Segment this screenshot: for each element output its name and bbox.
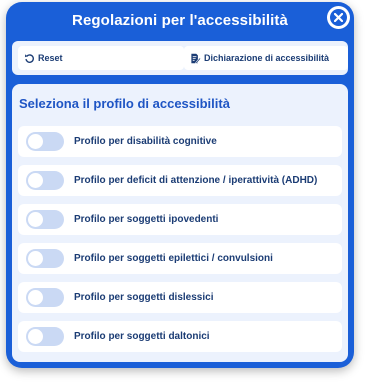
profile-heading: Seleziona il profilo di accessibilità xyxy=(19,96,230,111)
profile-label: Profilo per soggetti daltonici xyxy=(74,331,210,342)
profile-row-epilepsy[interactable]: Profilo per soggetti epilettici / convul… xyxy=(18,243,342,274)
profile-row-dyslexia[interactable]: Profilo per soggetti dislessici xyxy=(18,282,342,313)
toolbar: Reset Dichiarazione di accessibilità xyxy=(12,41,348,75)
accessibility-statement-button[interactable]: Dichiarazione di accessibilità xyxy=(184,46,348,70)
accessibility-panel: Regolazioni per l'accessibilità Reset Di… xyxy=(6,2,354,368)
profile-label: Profilo per soggetti epilettici / convul… xyxy=(74,253,273,264)
reset-label: Reset xyxy=(38,53,63,63)
profile-toggle-epilepsy[interactable] xyxy=(26,249,64,268)
undo-icon xyxy=(24,53,34,63)
profile-card: Seleziona il profilo di accessibilità Pr… xyxy=(12,84,348,362)
profile-toggle-adhd[interactable] xyxy=(26,171,64,190)
profile-label: Profilo per soggetti ipovedenti xyxy=(74,214,219,225)
profile-toggle-low-vision[interactable] xyxy=(26,210,64,229)
profile-label: Profilo per disabilità cognitive xyxy=(74,136,217,147)
close-button[interactable] xyxy=(327,6,350,29)
profile-toggle-color-blind[interactable] xyxy=(26,327,64,346)
reset-button[interactable]: Reset xyxy=(18,46,184,70)
accessibility-statement-label: Dichiarazione di accessibilità xyxy=(204,53,330,63)
profile-row-color-blind[interactable]: Profilo per soggetti daltonici xyxy=(18,321,342,352)
profile-label: Profilo per deficit di attenzione / iper… xyxy=(74,175,318,186)
profile-toggle-cognitive[interactable] xyxy=(26,132,64,151)
profile-row-low-vision[interactable]: Profilo per soggetti ipovedenti xyxy=(18,204,342,235)
panel-title: Regolazioni per l'accessibilità xyxy=(72,12,288,29)
edit-document-icon xyxy=(191,53,201,64)
close-circle-icon xyxy=(330,9,347,26)
profile-row-cognitive[interactable]: Profilo per disabilità cognitive xyxy=(18,126,342,157)
profile-toggle-dyslexia[interactable] xyxy=(26,288,64,307)
profile-row-adhd[interactable]: Profilo per deficit di attenzione / iper… xyxy=(18,165,342,196)
profile-label: Profilo per soggetti dislessici xyxy=(74,292,214,303)
